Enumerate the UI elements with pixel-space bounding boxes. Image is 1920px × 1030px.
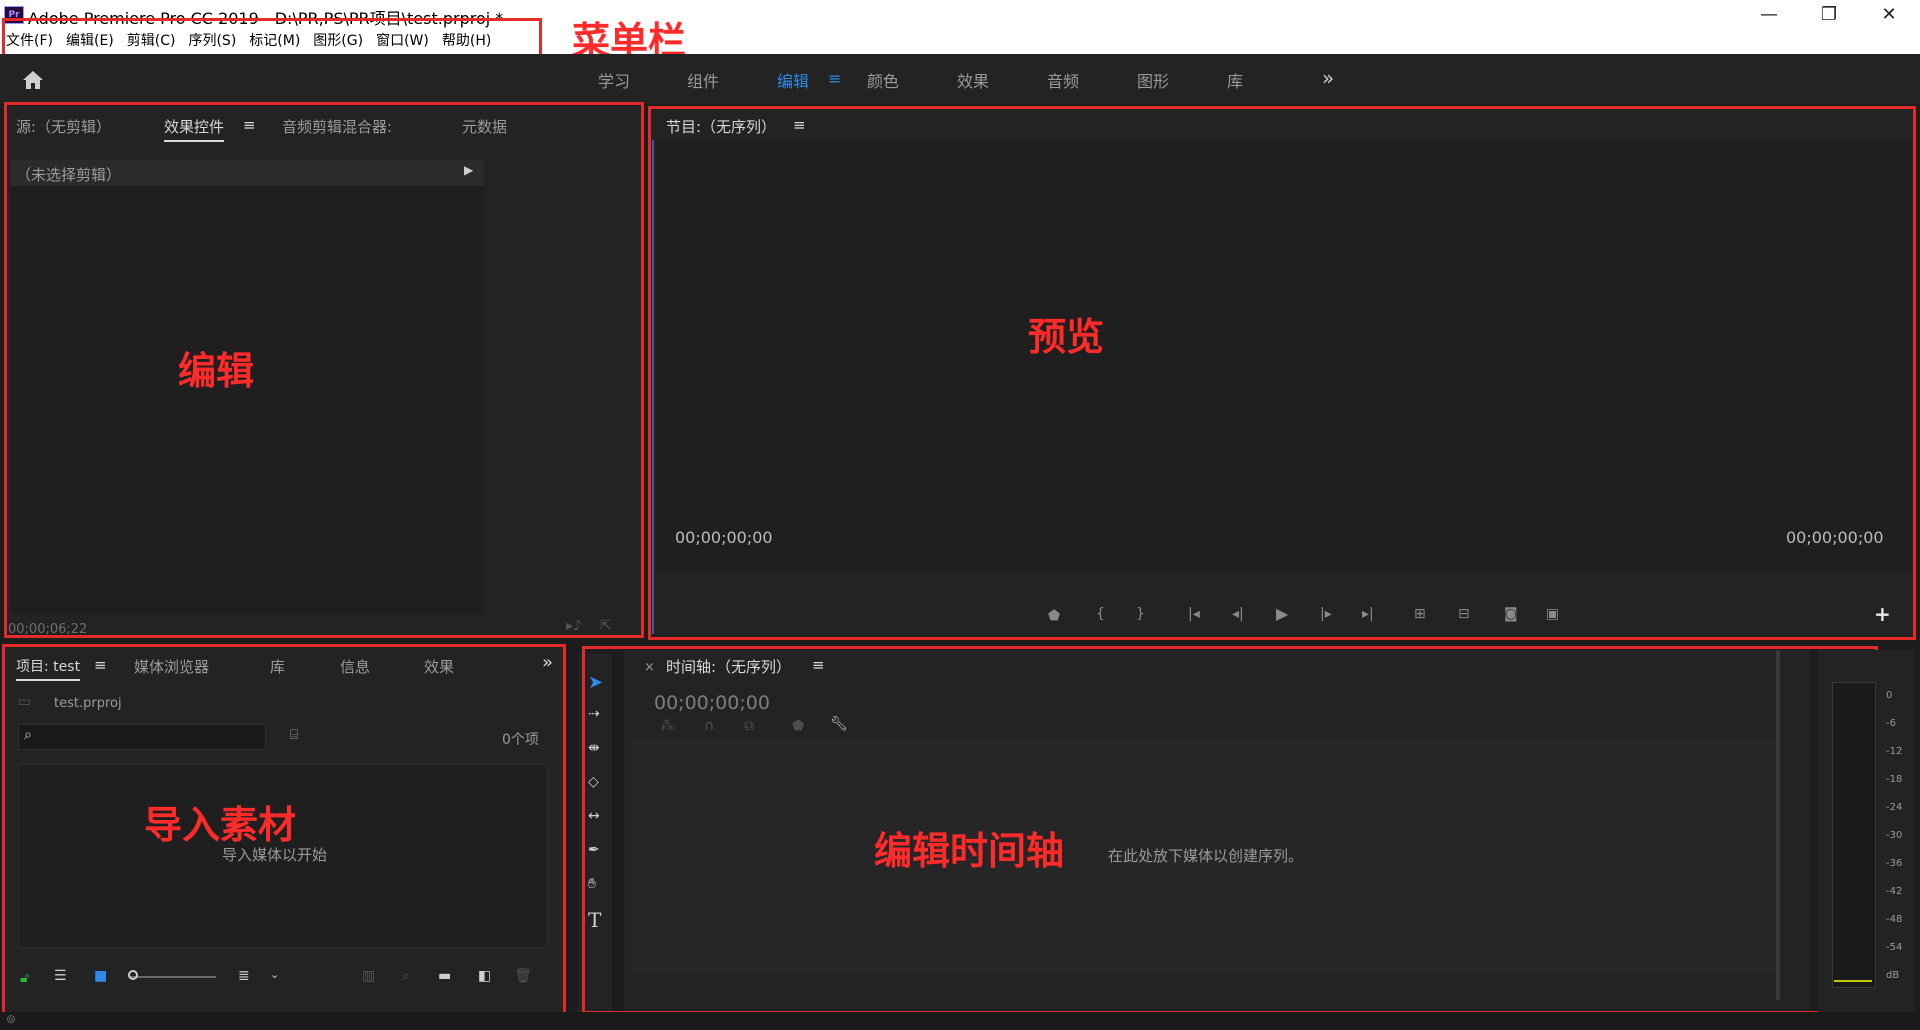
meter-scale-42: -42	[1886, 886, 1903, 897]
meter-scale-18: -18	[1886, 774, 1903, 785]
workspace-audio[interactable]: 音频	[1047, 68, 1079, 92]
annotation-edit: 编辑	[178, 349, 255, 393]
meter-scale-48: -48	[1886, 914, 1903, 925]
annotation-preview: 预览	[1028, 315, 1105, 359]
workspace-effects[interactable]: 效果	[957, 68, 989, 92]
audio-meter-level	[1834, 980, 1872, 982]
workspace-graphics[interactable]: 图形	[1137, 68, 1169, 92]
timeline-highlight-box	[582, 646, 1878, 1014]
audio-meter-bar	[1832, 682, 1876, 988]
creative-cloud-icon[interactable]: ⊚	[6, 1012, 16, 1026]
close-button[interactable]: ✕	[1866, 2, 1912, 28]
workspace-assembly[interactable]: 组件	[687, 68, 719, 92]
meter-scale-6: -6	[1886, 718, 1896, 729]
maximize-button[interactable]: ❐	[1806, 2, 1852, 28]
meter-scale-24: -24	[1886, 802, 1903, 813]
workspace-menu-icon[interactable]: ≡	[828, 69, 841, 88]
annotation-timeline: 编辑时间轴	[874, 829, 1065, 873]
home-icon[interactable]	[22, 70, 44, 94]
workspace-more-icon[interactable]: »	[1322, 66, 1334, 90]
meter-scale-36: -36	[1886, 858, 1903, 869]
meter-scale-db: dB	[1886, 970, 1900, 981]
workspace-editing[interactable]: 编辑	[777, 68, 809, 92]
meter-scale-30: -30	[1886, 830, 1903, 841]
annotation-import: 导入素材	[144, 803, 297, 847]
status-bar	[0, 1012, 1920, 1030]
workspace-learn[interactable]: 学习	[598, 68, 630, 92]
meter-scale-54: -54	[1886, 942, 1903, 953]
minimize-button[interactable]: —	[1746, 2, 1792, 28]
preview-highlight-box	[648, 106, 1916, 640]
workspace-color[interactable]: 颜色	[867, 68, 899, 92]
workspace-libraries[interactable]: 库	[1227, 68, 1243, 92]
meter-scale-0: 0	[1886, 690, 1893, 701]
edit-highlight-box	[4, 102, 644, 638]
meter-scale-12: -12	[1886, 746, 1903, 757]
